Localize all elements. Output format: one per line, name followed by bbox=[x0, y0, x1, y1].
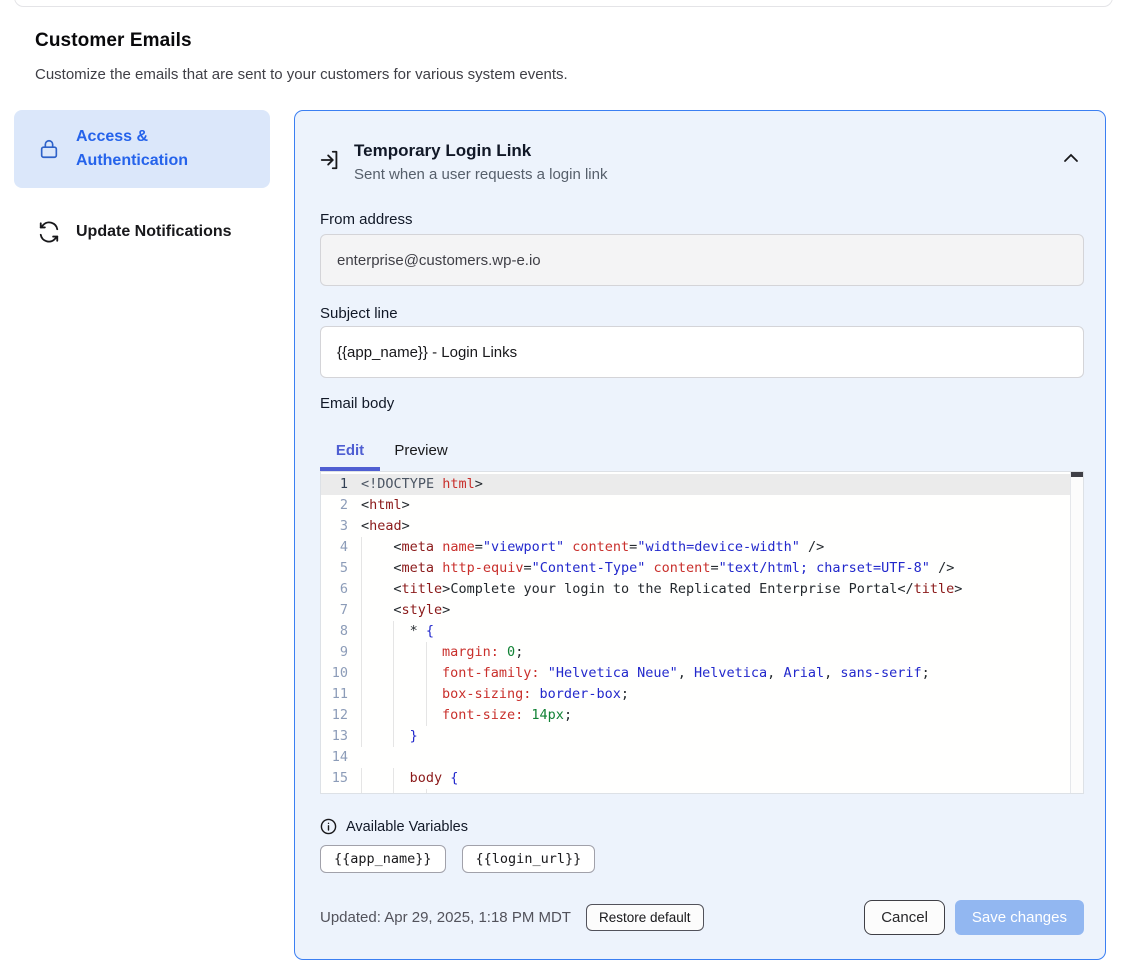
page-title: Customer Emails bbox=[35, 30, 192, 52]
chevron-up-icon[interactable] bbox=[1063, 151, 1079, 166]
variable-chips: {{app_name}} {{login_url}} bbox=[320, 845, 595, 873]
code-lines: 1<!DOCTYPE html>2<html>3<head>4<meta nam… bbox=[321, 474, 1070, 794]
code-line: 3<head> bbox=[321, 516, 1070, 537]
line-number: 15 bbox=[321, 768, 361, 789]
sidebar-item-update-notifications[interactable]: Update Notifications bbox=[14, 210, 270, 254]
subject-line-input[interactable] bbox=[320, 326, 1084, 378]
code-line: 15body { bbox=[321, 768, 1070, 789]
lock-icon bbox=[38, 138, 60, 160]
line-number: 11 bbox=[321, 684, 361, 705]
refresh-icon bbox=[38, 221, 60, 243]
code-line: 8* { bbox=[321, 621, 1070, 642]
section-subtitle: Sent when a user requests a login link bbox=[354, 164, 607, 186]
code-line: 5<meta http-equiv="Content-Type" content… bbox=[321, 558, 1070, 579]
code-line: 6<title>Complete your login to the Repli… bbox=[321, 579, 1070, 600]
panel-footer: Updated: Apr 29, 2025, 1:18 PM MDT Resto… bbox=[320, 900, 1084, 935]
line-number: 2 bbox=[321, 495, 361, 516]
subject-line-label: Subject line bbox=[320, 305, 398, 322]
code-line: 9margin: 0; bbox=[321, 642, 1070, 663]
info-icon bbox=[320, 818, 337, 835]
line-number: 7 bbox=[321, 600, 361, 621]
line-number: 14 bbox=[321, 747, 361, 768]
restore-default-button[interactable]: Restore default bbox=[586, 904, 704, 931]
line-number: 16 bbox=[321, 789, 361, 794]
variable-chip[interactable]: {{login_url}} bbox=[462, 845, 596, 873]
variable-chip[interactable]: {{app_name}} bbox=[320, 845, 446, 873]
line-number: 1 bbox=[321, 474, 361, 495]
code-line: 12font-size: 14px; bbox=[321, 705, 1070, 726]
line-number: 13 bbox=[321, 726, 361, 747]
email-body-label: Email body bbox=[320, 395, 394, 412]
code-line: 14 bbox=[321, 747, 1070, 768]
updated-timestamp: Updated: Apr 29, 2025, 1:18 PM MDT bbox=[320, 909, 571, 926]
code-line: 10font-family: "Helvetica Neue", Helveti… bbox=[321, 663, 1070, 684]
line-number: 6 bbox=[321, 579, 361, 600]
code-line: 11box-sizing: border-box; bbox=[321, 684, 1070, 705]
line-number: 8 bbox=[321, 621, 361, 642]
line-number: 10 bbox=[321, 663, 361, 684]
code-line: 7<style> bbox=[321, 600, 1070, 621]
login-icon bbox=[319, 149, 341, 186]
available-variables-row: Available Variables bbox=[320, 818, 468, 835]
available-variables-label: Available Variables bbox=[346, 819, 468, 835]
code-line: 2<html> bbox=[321, 495, 1070, 516]
top-card-divider bbox=[14, 0, 1113, 7]
from-address-input bbox=[320, 234, 1084, 286]
tab-preview[interactable]: Preview bbox=[380, 436, 462, 473]
line-number: 12 bbox=[321, 705, 361, 726]
line-number: 3 bbox=[321, 516, 361, 537]
sidebar-item-label: Update Notifications bbox=[76, 220, 232, 244]
page-subtitle: Customize the emails that are sent to yo… bbox=[35, 66, 568, 83]
code-line: 16background-color: #f6f6f6; bbox=[321, 789, 1070, 794]
editor-scrollbar[interactable] bbox=[1070, 472, 1083, 793]
line-number: 9 bbox=[321, 642, 361, 663]
editor-scrollbar-thumb[interactable] bbox=[1071, 472, 1083, 477]
email-settings-panel: Temporary Login Link Sent when a user re… bbox=[294, 110, 1106, 960]
code-line: 4<meta name="viewport" content="width=de… bbox=[321, 537, 1070, 558]
sidebar-item-access-authentication[interactable]: Access & Authentication bbox=[14, 110, 270, 188]
code-editor[interactable]: 1<!DOCTYPE html>2<html>3<head>4<meta nam… bbox=[320, 471, 1084, 794]
line-number: 4 bbox=[321, 537, 361, 558]
active-tab-underline bbox=[320, 467, 380, 471]
line-number: 5 bbox=[321, 558, 361, 579]
save-changes-button[interactable]: Save changes bbox=[955, 900, 1084, 935]
section-title: Temporary Login Link bbox=[354, 138, 607, 164]
sidebar-item-label: Access & Authentication bbox=[76, 125, 256, 173]
panel-header: Temporary Login Link Sent when a user re… bbox=[319, 138, 1039, 186]
sidebar: Access & Authentication Update Notificati… bbox=[14, 110, 270, 276]
code-line: 1<!DOCTYPE html> bbox=[321, 474, 1070, 495]
from-address-label: From address bbox=[320, 211, 413, 228]
cancel-button[interactable]: Cancel bbox=[864, 900, 945, 935]
code-line: 13} bbox=[321, 726, 1070, 747]
